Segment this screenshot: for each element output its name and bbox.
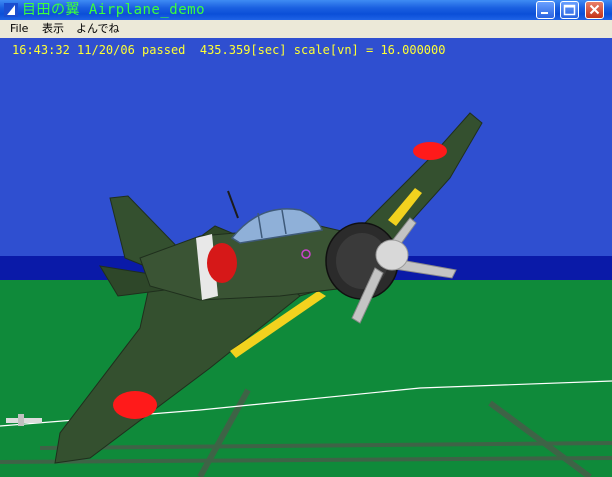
window-title: 目田の翼 Airplane_demo	[22, 2, 206, 18]
app-icon[interactable]	[4, 3, 18, 17]
maximize-icon	[563, 4, 576, 16]
menu-view[interactable]: 表示	[42, 20, 64, 38]
menu-help[interactable]: よんでね	[76, 20, 119, 38]
maximize-button[interactable]	[560, 1, 579, 19]
3d-viewport[interactable]	[0, 38, 612, 477]
minimize-button[interactable]	[536, 1, 555, 19]
right-wing-roundel	[413, 142, 447, 160]
fuselage-roundel	[207, 243, 237, 283]
status-readout: 16:43:32 11/20/06 passed 435.359[sec] sc…	[12, 43, 446, 57]
application-window: 目田の翼 Airplane_demo File 表示 よんでね 16:43:32…	[0, 0, 612, 477]
scene-render	[0, 38, 612, 477]
close-button[interactable]	[585, 1, 604, 19]
propeller-spinner	[375, 239, 409, 271]
title-bar[interactable]: 目田の翼 Airplane_demo	[0, 0, 612, 20]
minimize-icon	[541, 12, 548, 14]
menu-file[interactable]: File	[10, 20, 28, 38]
left-wing-roundel	[113, 391, 157, 419]
menu-bar: File 表示 よんでね	[0, 20, 612, 38]
close-icon	[589, 4, 600, 15]
